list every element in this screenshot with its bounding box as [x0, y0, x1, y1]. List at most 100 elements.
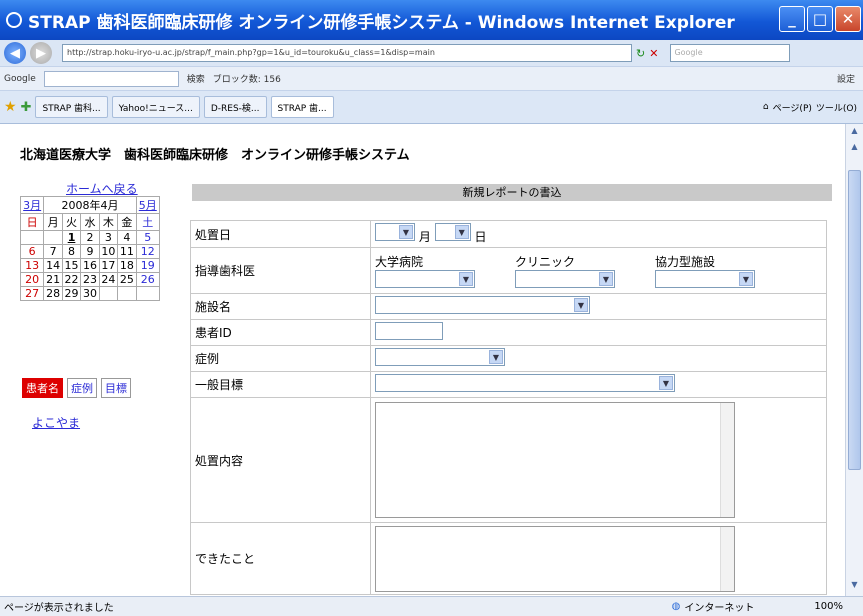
- textarea-scrollbar[interactable]: [720, 403, 734, 517]
- calendar-day[interactable]: 11: [117, 244, 137, 259]
- refresh-icon[interactable]: ↻: [636, 47, 645, 60]
- tab-yahoo-news[interactable]: Yahoo!ニュース...: [111, 96, 200, 118]
- tab-dres[interactable]: D-RES-検...: [203, 96, 267, 118]
- favorites-star-icon[interactable]: ★: [4, 99, 17, 115]
- stop-icon[interactable]: ✕: [649, 47, 658, 60]
- weekday: 月: [43, 213, 63, 231]
- calendar-day[interactable]: 18: [117, 258, 137, 273]
- achievements-textarea[interactable]: [375, 525, 735, 592]
- calendar-day[interactable]: 14: [43, 258, 63, 273]
- instructor-label: 指導歯科医: [190, 247, 371, 294]
- back-button[interactable]: ◀: [4, 42, 26, 64]
- user-link[interactable]: よこやま: [32, 414, 80, 431]
- calendar-day[interactable]: 28: [43, 286, 63, 301]
- textarea-scrollbar[interactable]: [720, 526, 734, 591]
- side-tab-case[interactable]: 症例: [67, 378, 97, 398]
- day-unit: 日: [474, 230, 487, 244]
- calendar-day[interactable]: 8: [61, 244, 82, 259]
- add-favorite-icon[interactable]: ✚: [21, 100, 32, 115]
- calendar-day[interactable]: 6: [19, 244, 45, 259]
- case-label: 症例: [190, 345, 371, 372]
- minimize-button[interactable]: _: [779, 6, 805, 32]
- calendar-day[interactable]: 20: [19, 272, 45, 287]
- calendar-day[interactable]: 17: [98, 258, 119, 273]
- google-toolbar: Google 検索 ブロック数: 156 設定: [0, 66, 863, 90]
- zone-label: インターネット: [684, 603, 755, 614]
- home-link[interactable]: ホームへ戻る: [66, 180, 138, 197]
- close-button[interactable]: ✕: [835, 6, 861, 32]
- forward-button[interactable]: ▶: [30, 42, 52, 64]
- scroll-up-icon[interactable]: ▲: [848, 126, 861, 140]
- tab-strap-1[interactable]: STRAP 歯科...: [35, 96, 108, 118]
- home-icon[interactable]: ⌂: [763, 102, 769, 112]
- calendar-day[interactable]: 25: [117, 272, 137, 287]
- dropdown-arrow-icon: ▼: [489, 350, 503, 364]
- case-select[interactable]: ▼: [375, 348, 505, 366]
- popup-blocked-count[interactable]: ブロック数: 156: [213, 72, 281, 85]
- treatment-textarea[interactable]: [375, 402, 735, 518]
- calendar-day[interactable]: 7: [43, 244, 63, 259]
- side-tab-patient[interactable]: 患者名: [22, 378, 63, 398]
- calendar-day[interactable]: 24: [98, 272, 119, 287]
- calendar-day[interactable]: 12: [135, 244, 161, 259]
- calendar: 3月 2008年4月 5月 日 月 火 水 木 金 土 1 2 3 4 5 6 …: [19, 196, 161, 301]
- page-menu[interactable]: ページ(P): [773, 101, 812, 114]
- clinic-select[interactable]: ▼: [515, 270, 615, 288]
- calendar-day[interactable]: [43, 230, 63, 245]
- calendar-day[interactable]: 9: [80, 244, 100, 259]
- goal-label: 一般目標: [190, 371, 371, 398]
- calendar-day[interactable]: 29: [61, 286, 82, 301]
- calendar-day[interactable]: [117, 286, 137, 301]
- calendar-day[interactable]: 10: [98, 244, 119, 259]
- scroll-down-icon[interactable]: ▼: [848, 580, 861, 594]
- day-select[interactable]: ▼: [434, 223, 471, 241]
- calendar-prev-month[interactable]: 3月: [19, 196, 45, 214]
- url-field[interactable]: http://strap.hoku-iryo-u.ac.jp/strap/f_m…: [62, 44, 632, 62]
- month-select[interactable]: ▼: [375, 223, 415, 241]
- clinic-label: クリニック: [515, 255, 576, 269]
- calendar-day[interactable]: [19, 230, 45, 245]
- side-tab-goal[interactable]: 目標: [101, 378, 131, 398]
- maximize-button[interactable]: □: [807, 6, 833, 32]
- calendar-day[interactable]: 13: [19, 258, 45, 273]
- dropdown-arrow-icon: ▼: [659, 376, 673, 390]
- calendar-day[interactable]: 15: [61, 258, 82, 273]
- zoom-level[interactable]: 100%: [814, 601, 843, 612]
- calendar-day[interactable]: 2: [80, 230, 100, 245]
- dropdown-arrow-icon: ▼: [599, 272, 613, 286]
- facility-select[interactable]: ▼: [375, 296, 590, 314]
- calendar-day[interactable]: [98, 286, 119, 301]
- scrollbar-thumb[interactable]: [848, 170, 861, 470]
- calendar-day[interactable]: [135, 286, 161, 301]
- calendar-day[interactable]: 23: [80, 272, 100, 287]
- calendar-day[interactable]: 30: [80, 286, 100, 301]
- calendar-day[interactable]: 3: [98, 230, 119, 245]
- weekday: 水: [80, 213, 100, 231]
- university-hospital-select[interactable]: ▼: [375, 270, 475, 288]
- tools-menu[interactable]: ツール(O): [816, 101, 857, 114]
- calendar-day[interactable]: 26: [135, 272, 161, 287]
- settings-button[interactable]: 設定: [837, 72, 855, 85]
- calendar-day[interactable]: 19: [135, 258, 161, 273]
- patient-id-input[interactable]: [375, 322, 443, 340]
- google-search-button[interactable]: 検索: [187, 72, 205, 85]
- page-scrollbar[interactable]: ▲ ▲ ▼: [845, 124, 863, 596]
- calendar-day[interactable]: 21: [43, 272, 63, 287]
- goal-select[interactable]: ▼: [375, 374, 675, 392]
- patient-id-cell: [370, 319, 827, 346]
- cooperating-facility-select[interactable]: ▼: [655, 270, 755, 288]
- calendar-day[interactable]: 22: [61, 272, 82, 287]
- window-title: STRAP 歯科医師臨床研修 オンライン研修手帳システム - Windows I…: [28, 12, 735, 33]
- calendar-day[interactable]: 27: [19, 286, 45, 301]
- calendar-day[interactable]: 16: [80, 258, 100, 273]
- calendar-day[interactable]: 4: [117, 230, 137, 245]
- calendar-day[interactable]: 5: [135, 230, 161, 245]
- calendar-next-month[interactable]: 5月: [135, 196, 161, 214]
- tab-strap-2[interactable]: STRAP 歯...: [270, 96, 334, 118]
- dropdown-arrow-icon: ▼: [739, 272, 753, 286]
- search-input[interactable]: Google: [670, 44, 791, 62]
- window-title-bar[interactable]: STRAP 歯科医師臨床研修 オンライン研修手帳システム - Windows I…: [0, 0, 863, 40]
- calendar-day[interactable]: 1: [61, 230, 82, 245]
- scroll-up-icon[interactable]: ▲: [848, 142, 861, 156]
- google-search-input[interactable]: [43, 70, 179, 87]
